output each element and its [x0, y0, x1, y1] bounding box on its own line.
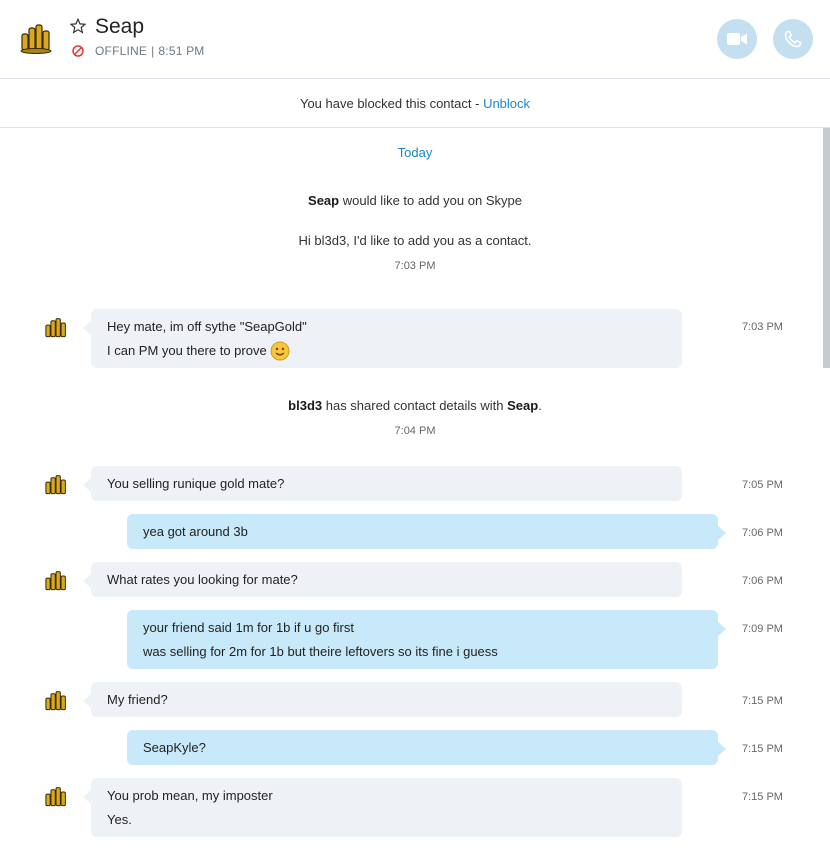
message-time: 7:05 PM: [742, 479, 783, 491]
status-separator: |: [151, 44, 155, 58]
add-request-text: would like to add you on Skype: [339, 193, 522, 208]
message-time: 7:09 PM: [742, 623, 783, 635]
chat-history: Today Seap would like to add you on Skyp…: [0, 128, 830, 859]
conversation-header: Seap OFFLINE | 8:51 PM: [0, 0, 830, 79]
message-text: Hey mate, im off sythe "SeapGold": [107, 319, 307, 334]
status-line: OFFLINE | 8:51 PM: [95, 44, 205, 58]
message-bubble[interactable]: What rates you looking for mate?: [83, 562, 682, 597]
blocked-text: You have blocked this contact -: [299, 96, 484, 111]
message-bubble[interactable]: You selling runique gold mate?: [83, 466, 682, 501]
shared-contact-line: bl3d3 has shared contact details with Se…: [0, 398, 830, 413]
message-text-line2: I can PM you there to prove: [107, 339, 666, 363]
message-time: 7:06 PM: [742, 527, 783, 539]
message-bubble[interactable]: SeapKyle?: [127, 730, 726, 765]
add-request-name: Seap: [308, 193, 340, 208]
add-request-greeting: Hi bl3d3, I'd like to add you as a conta…: [298, 233, 532, 248]
message-text: was selling for 2m for 1b but theire lef…: [143, 644, 498, 659]
message-text: yea got around 3b: [143, 524, 248, 539]
contact-name[interactable]: Seap: [95, 15, 144, 39]
message-text: I can PM you there to prove: [107, 343, 267, 358]
shared-contact-time: 7:04 PM: [394, 425, 436, 437]
video-call-icon: [727, 33, 747, 45]
shared-end: .: [538, 398, 542, 413]
blocked-banner: You have blocked this contact - Unblock: [0, 79, 830, 128]
smile-emoji: [270, 341, 290, 361]
message-text: SeapKyle?: [143, 740, 206, 755]
sender-avatar[interactable]: [43, 569, 69, 593]
star-icon[interactable]: [70, 18, 86, 34]
message-time: 7:06 PM: [742, 575, 783, 587]
message-bubble[interactable]: yea got around 3b: [127, 514, 726, 549]
message-text: your friend said 1m for 1b if u go first: [143, 620, 354, 635]
message-time: 7:15 PM: [742, 791, 783, 803]
contact-avatar[interactable]: [18, 22, 54, 54]
sender-avatar[interactable]: [43, 785, 69, 809]
sender-avatar[interactable]: [43, 473, 69, 497]
date-divider: Today: [397, 145, 433, 160]
shared-text: has shared contact details with: [322, 398, 508, 413]
message-time: 7:15 PM: [742, 743, 783, 755]
message-bubble[interactable]: Hey mate, im off sythe "SeapGold" I can …: [83, 309, 682, 368]
message-bubble[interactable]: My friend?: [83, 682, 682, 717]
status-label: OFFLINE: [95, 44, 148, 58]
message-time: 7:03 PM: [742, 321, 783, 333]
message-bubble[interactable]: You prob mean, my imposter Yes.: [83, 778, 682, 837]
shared-to: Seap: [507, 398, 539, 413]
message-time: 7:15 PM: [742, 695, 783, 707]
sender-avatar[interactable]: [43, 689, 69, 713]
unblock-link[interactable]: Unblock: [483, 96, 530, 111]
add-request-time: 7:03 PM: [394, 260, 436, 272]
phone-call-icon: [784, 30, 802, 48]
message-bubble[interactable]: your friend said 1m for 1b if u go first…: [127, 610, 726, 669]
video-call-button[interactable]: [717, 19, 757, 59]
message-text: My friend?: [107, 692, 168, 707]
last-seen-time: 8:51 PM: [158, 44, 205, 58]
shared-from: bl3d3: [288, 398, 323, 413]
audio-call-button[interactable]: [773, 19, 813, 59]
sender-avatar[interactable]: [43, 316, 69, 340]
message-text: Yes.: [107, 812, 132, 827]
message-text: You selling runique gold mate?: [107, 476, 285, 491]
message-text: What rates you looking for mate?: [107, 572, 298, 587]
offline-icon: [72, 45, 84, 57]
add-request-line: Seap would like to add you on Skype: [0, 193, 830, 208]
message-text: You prob mean, my imposter: [107, 788, 273, 803]
